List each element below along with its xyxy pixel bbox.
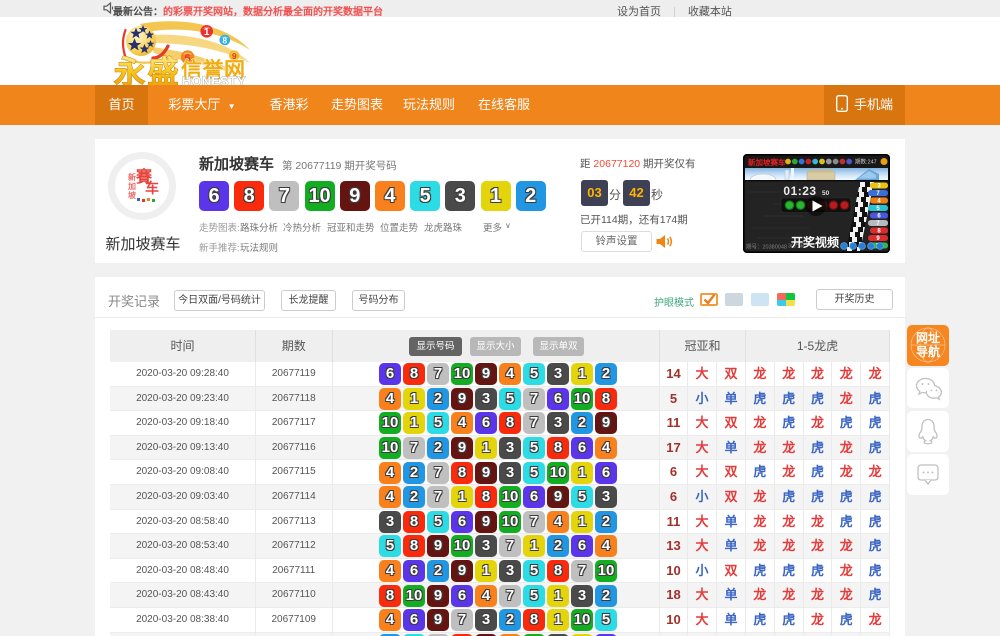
svg-text:开奖视频: 开奖视频 (791, 235, 839, 250)
svg-text:期数:247: 期数:247 (855, 158, 877, 166)
svg-text:网址: 网址 (916, 330, 940, 345)
svg-text:50: 50 (822, 190, 830, 197)
svg-text:期号：20380048: 期号：20380048 (746, 244, 787, 251)
svg-text:01:23: 01:23 (783, 184, 816, 198)
svg-text:8: 8 (222, 35, 227, 45)
svg-text:新加坡赛车: 新加坡赛车 (748, 157, 786, 167)
svg-text:导航: 导航 (916, 344, 940, 359)
svg-text:1: 1 (204, 27, 210, 38)
